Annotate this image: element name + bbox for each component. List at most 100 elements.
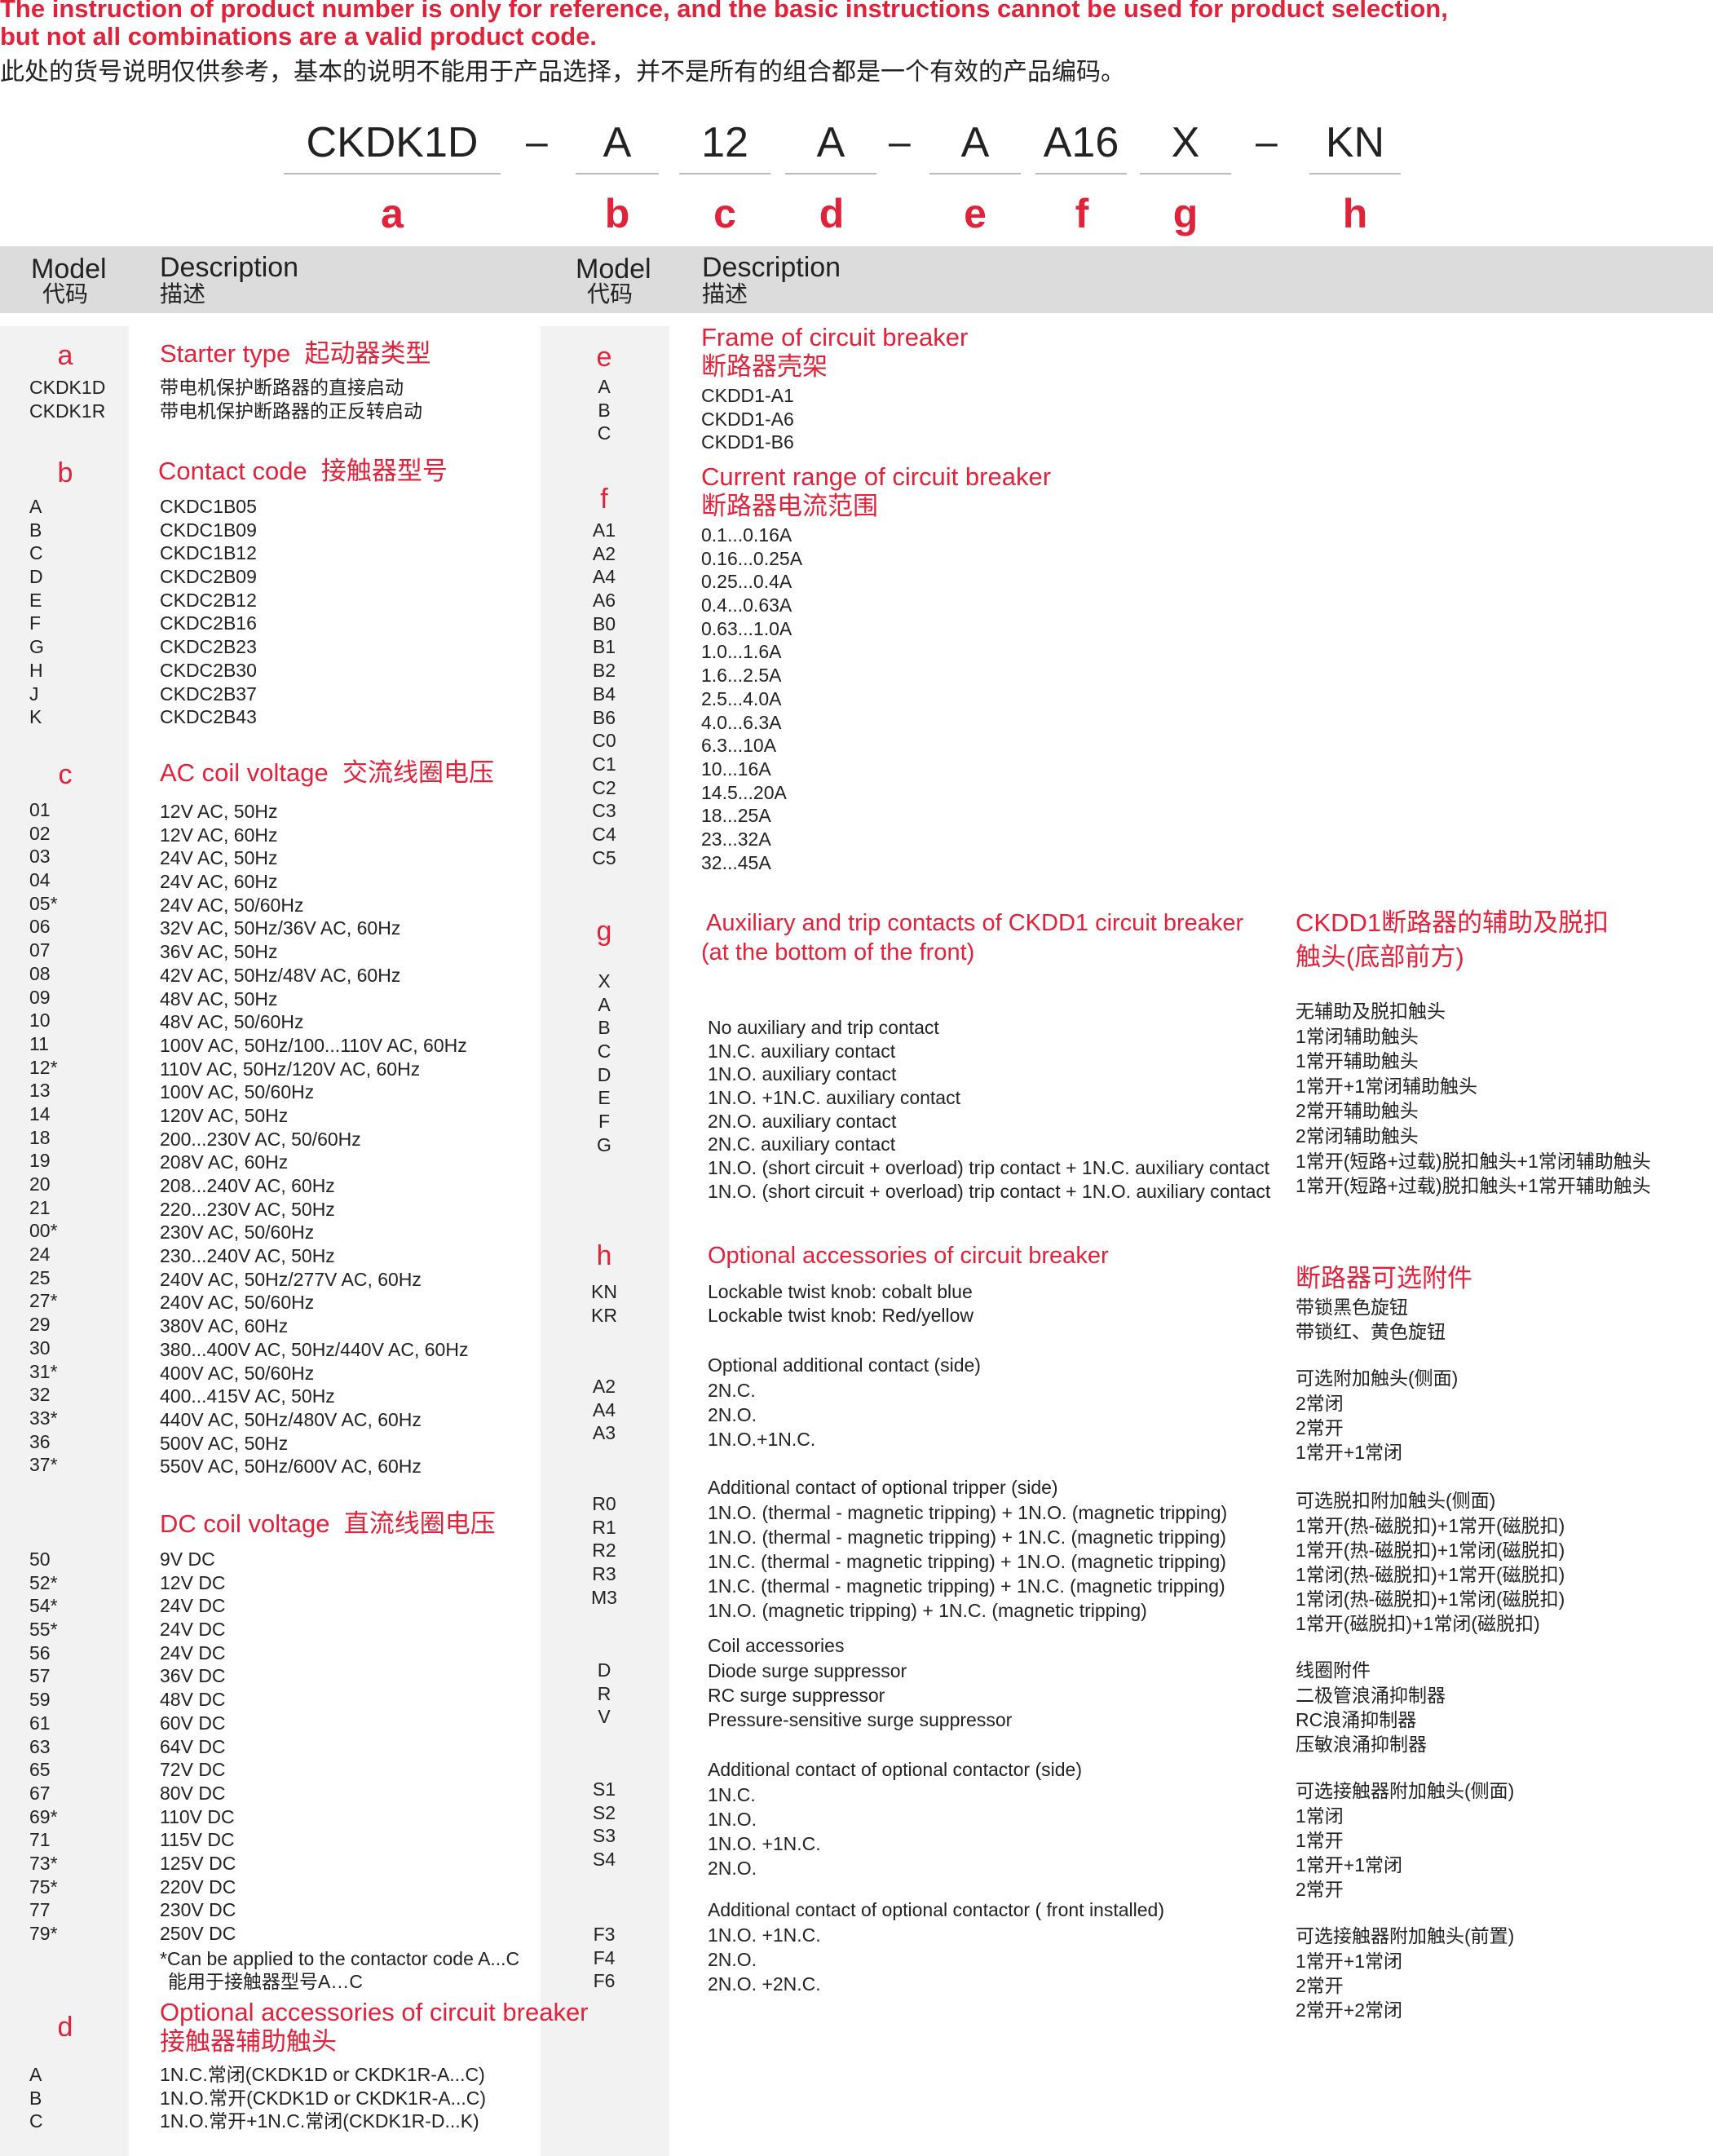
list-item: 36: [29, 1430, 51, 1452]
header-description: Description: [160, 252, 299, 283]
list-item: CKDC2B37: [160, 683, 257, 705]
list-item: 12V AC, 60Hz: [160, 824, 278, 846]
list-item: 500V AC, 50Hz: [160, 1432, 289, 1454]
header-model-right: Model: [576, 254, 651, 285]
list-item: 42V AC, 50Hz/48V AC, 60Hz: [160, 964, 401, 986]
list-item: 08: [29, 962, 51, 984]
list-item: 200...230V AC, 50/60Hz: [160, 1128, 361, 1150]
section-b-codes: A B C D E F G H J K: [29, 495, 44, 729]
code-part-e: A: [960, 119, 990, 166]
list-item: 10: [29, 1010, 51, 1032]
list-item: 1N.C. (thermal - magnetic tripping) + 1N…: [708, 1575, 1225, 1597]
section-h-g5-head-cn: 可选接触器附加触头(侧面): [1296, 1780, 1515, 1801]
list-item: 36V AC, 50Hz: [160, 941, 278, 963]
list-item: 1N.C. auxiliary contact: [708, 1040, 896, 1062]
list-item: 2常开辅助触头: [1296, 1100, 1419, 1122]
section-e-descs: CKDD1-A1 CKDD1-A6 CKDD1-B6: [701, 384, 794, 454]
notice-line-cn: 此处的货号说明仅供参考，基本的说明不能用于产品选择，并不是所有的组合都是一个有效…: [0, 59, 1125, 86]
section-e-codes: A B C: [580, 375, 629, 445]
list-item: 1常开+1常闭: [1296, 1442, 1403, 1463]
list-item: C5: [592, 846, 616, 868]
list-item: 120V AC, 50Hz: [160, 1104, 289, 1126]
list-item: RC surge suppressor: [708, 1685, 885, 1706]
list-item: 2N.O. +2N.C.: [708, 1973, 821, 1995]
list-item: F: [29, 612, 42, 634]
section-e-title-cn: 断路器壳架: [701, 352, 828, 381]
section-h-g6-cn: 1常开+1常闭 2常开 2常开+2常闭: [1296, 1949, 1402, 2022]
list-item: 13: [29, 1080, 51, 1102]
section-letter-b: b: [57, 457, 73, 488]
list-item: 73*: [29, 1852, 58, 1874]
list-item: C2: [592, 776, 616, 798]
list-item: 55*: [29, 1619, 58, 1641]
list-item: S1: [592, 1778, 616, 1800]
list-item: 07: [29, 939, 51, 961]
section-h-g3-head-cn: 可选脱扣附加触头(侧面): [1296, 1490, 1496, 1511]
section-letter-a: a: [57, 340, 73, 371]
list-item: 10...16A: [701, 758, 771, 780]
list-item: 110V DC: [160, 1805, 235, 1827]
code-part-d: A: [816, 119, 845, 166]
code-underline: [1140, 173, 1231, 175]
list-item: 1N.O. (short circuit + overload) trip co…: [708, 1180, 1271, 1202]
section-a-codes: CKDK1D CKDK1R: [29, 376, 105, 422]
section-h-g6-head-cn: 可选接触器附加触头(前置): [1296, 1925, 1515, 1946]
list-item: R: [597, 1682, 611, 1704]
list-item: 05*: [29, 892, 58, 914]
list-item: 65: [29, 1759, 51, 1781]
code-letter-h: h: [1342, 191, 1368, 236]
code-part-a: CKDK1D: [306, 119, 479, 166]
section-h-title: Optional accessories of circuit breaker: [708, 1243, 1109, 1269]
list-item: 100V AC, 50Hz/100...110V AC, 60Hz: [160, 1034, 467, 1056]
list-item: 115V DC: [160, 1829, 235, 1851]
list-item: Pressure-sensitive surge suppressor: [708, 1709, 1013, 1730]
section-h-g1-descs: Lockable twist knob: cobalt blue Lockabl…: [708, 1280, 973, 1327]
list-item: A: [598, 376, 611, 397]
section-g-descs-cn: 无辅助及脱扣触头 1常闭辅助触头 1常开辅助触头 1常开+1常闭辅助触头 2常开…: [1296, 999, 1651, 1199]
list-item: 6.3...10A: [701, 735, 777, 757]
list-item: 24V AC, 60Hz: [160, 871, 278, 893]
code-dash: –: [889, 121, 911, 164]
list-item: 32V AC, 50Hz/36V AC, 60Hz: [160, 917, 401, 939]
code-underline: [929, 173, 1021, 175]
list-item: 33*: [29, 1407, 58, 1429]
notice-line-2: but not all combinations are a valid pro…: [0, 22, 598, 51]
list-item: 31*: [29, 1360, 58, 1382]
list-item: 0.16...0.25A: [701, 547, 803, 569]
list-item: RC浪涌抑制器: [1296, 1709, 1417, 1730]
list-item: 2常开+2常闭: [1296, 1999, 1403, 2021]
list-item: B: [29, 2087, 42, 2109]
code-part-g: X: [1171, 119, 1200, 166]
list-item: A2: [592, 542, 616, 564]
list-item: 240V AC, 50/60Hz: [160, 1292, 315, 1314]
list-item: CKDK1D: [29, 377, 106, 398]
list-item: C: [597, 422, 611, 444]
section-letter-e: e: [596, 342, 612, 373]
list-item: 2N.O.: [708, 1949, 757, 1970]
list-item: CKDC2B23: [160, 636, 257, 658]
code-letter-d: d: [819, 191, 845, 236]
list-item: V: [598, 1706, 611, 1728]
section-g-title-1: Auxiliary and trip contacts of CKDD1 cir…: [706, 910, 1244, 936]
section-h-g4-descs: Diode surge suppressor RC surge suppress…: [708, 1659, 1012, 1732]
list-item: 14: [29, 1102, 51, 1124]
list-item: 9V DC: [160, 1549, 215, 1570]
list-item: CKDC2B09: [160, 566, 257, 588]
code-letter-g: g: [1172, 191, 1199, 236]
section-h-g3-head: Additional contact of optional tripper (…: [708, 1477, 1058, 1498]
list-item: 220...230V AC, 50Hz: [160, 1198, 335, 1220]
list-item: B: [598, 1017, 611, 1039]
code-underline: [1309, 173, 1401, 175]
code-letter-f: f: [1075, 191, 1089, 236]
list-item: R1: [592, 1516, 616, 1538]
list-item: 2N.O.: [708, 1404, 757, 1425]
list-item: 230V AC, 50/60Hz: [160, 1222, 315, 1244]
list-item: 61: [29, 1712, 51, 1734]
list-item: 30: [29, 1336, 51, 1359]
list-item: 1常闭: [1296, 1805, 1344, 1827]
list-item: 1常开+1常闭: [1296, 1854, 1403, 1875]
list-item: 1常开(磁脱扣)+1常闭(磁脱扣): [1296, 1613, 1540, 1634]
code-dash: –: [526, 121, 548, 164]
section-h-g2-codes: A2 A4 A3: [580, 1375, 629, 1445]
list-item: 带电机保护断路器的正反转启动: [160, 400, 422, 422]
